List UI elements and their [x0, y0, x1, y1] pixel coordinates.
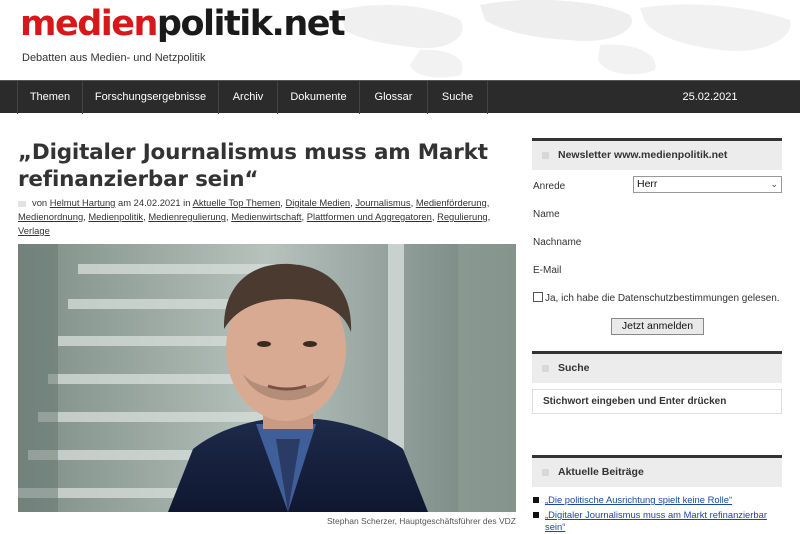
logo-text-politik: politik.net	[156, 4, 346, 44]
nav-item-suche[interactable]: Suche	[428, 81, 488, 114]
portrait-image	[18, 244, 516, 512]
widget-bullet-icon	[542, 469, 549, 476]
main-navigation: Themen Forschungsergebnisse Archiv Dokum…	[0, 80, 800, 114]
search-widget-header: Suche	[532, 351, 782, 383]
article-meta: von Helmut Hartung am 24.02.2021 in Aktu…	[18, 197, 491, 236]
widget-bullet-icon	[542, 365, 549, 372]
name-label[interactable]: Name	[533, 209, 560, 220]
recent-posts-widget-header: Aktuelle Beiträge	[532, 455, 782, 487]
newsletter-widget-header: Newsletter www.medienpolitik.net	[532, 138, 782, 170]
recent-post-link[interactable]: „Die politische Ausrichtung spielt keine…	[545, 494, 732, 505]
search-title: Suche	[558, 362, 590, 374]
consent-row: Ja, ich habe die Datenschutzbestimmungen…	[533, 292, 780, 304]
recent-post-link[interactable]: „Digitaler Journalismus muss am Markt re…	[545, 509, 767, 532]
nav-item-forschungsergebnisse[interactable]: Forschungsergebnisse	[83, 81, 219, 114]
nachname-label[interactable]: Nachname	[533, 237, 581, 248]
recent-posts-title: Aktuelle Beiträge	[558, 466, 644, 478]
site-logo[interactable]: medienpolitik.net	[20, 2, 346, 46]
world-map-background	[300, 0, 800, 80]
widget-bullet-icon	[542, 152, 549, 159]
recent-posts-list: „Die politische Ausrichtung spielt keine…	[533, 494, 783, 534]
nav-item-archiv[interactable]: Archiv	[219, 81, 278, 114]
logo-text-medien: medien	[20, 4, 158, 44]
current-date: 25.02.2021	[682, 91, 738, 103]
nav-item-dokumente[interactable]: Dokumente	[278, 81, 360, 114]
search-input[interactable]: Stichwort eingeben und Enter drücken	[532, 389, 782, 414]
category-link[interactable]: Plattformen und Aggregatoren	[307, 211, 432, 222]
author-icon	[18, 200, 26, 207]
consent-label: Ja, ich habe die Datenschutzbestimmungen…	[545, 293, 780, 304]
list-item: „Die politische Ausrichtung spielt keine…	[533, 494, 783, 506]
author-link[interactable]: Helmut Hartung	[50, 197, 116, 208]
subscribe-button[interactable]: Jetzt anmelden	[611, 318, 704, 335]
category-link[interactable]: Medienwirtschaft	[231, 211, 301, 222]
anrede-selected-value: Herr	[637, 178, 658, 190]
meta-in: in	[183, 197, 191, 208]
email-label[interactable]: E-Mail	[533, 265, 561, 276]
bullet-icon	[533, 512, 539, 518]
photo-caption: Stephan Scherzer, Hauptgeschäftsführer d…	[327, 516, 516, 526]
category-link[interactable]: Digitale Medien	[286, 197, 351, 208]
list-item: „Digitaler Journalismus muss am Markt re…	[533, 509, 783, 533]
category-link[interactable]: Medienregulierung	[148, 211, 226, 222]
site-tagline: Debatten aus Medien- und Netzpolitik	[22, 52, 206, 64]
category-link[interactable]: Medienordnung	[18, 211, 83, 222]
category-link[interactable]: Journalismus	[355, 197, 410, 208]
category-link[interactable]: Regulierung	[437, 211, 488, 222]
category-link[interactable]: Verlage	[18, 225, 50, 236]
category-link[interactable]: Medienpolitik	[88, 211, 143, 222]
meta-on: am	[118, 197, 132, 208]
chevron-down-icon: ⌄	[770, 179, 778, 189]
nav-item-glossar[interactable]: Glossar	[360, 81, 428, 114]
article-photo	[18, 244, 516, 512]
bullet-icon	[533, 497, 539, 503]
category-link[interactable]: Aktuelle Top Themen	[193, 197, 281, 208]
anrede-select[interactable]: Herr ⌄	[633, 176, 782, 193]
consent-checkbox[interactable]	[533, 292, 543, 302]
category-link[interactable]: Medienförderung	[416, 197, 487, 208]
article-title: „Digitaler Journalismus muss am Markt re…	[18, 140, 488, 192]
anrede-label: Anrede	[533, 181, 566, 192]
nav-item-themen[interactable]: Themen	[17, 81, 83, 114]
site-header: medienpolitik.net Debatten aus Medien- u…	[0, 0, 800, 80]
newsletter-title: Newsletter www.medienpolitik.net	[558, 149, 728, 161]
article-date: 24.02.2021	[133, 197, 181, 208]
meta-by: von	[32, 197, 48, 208]
